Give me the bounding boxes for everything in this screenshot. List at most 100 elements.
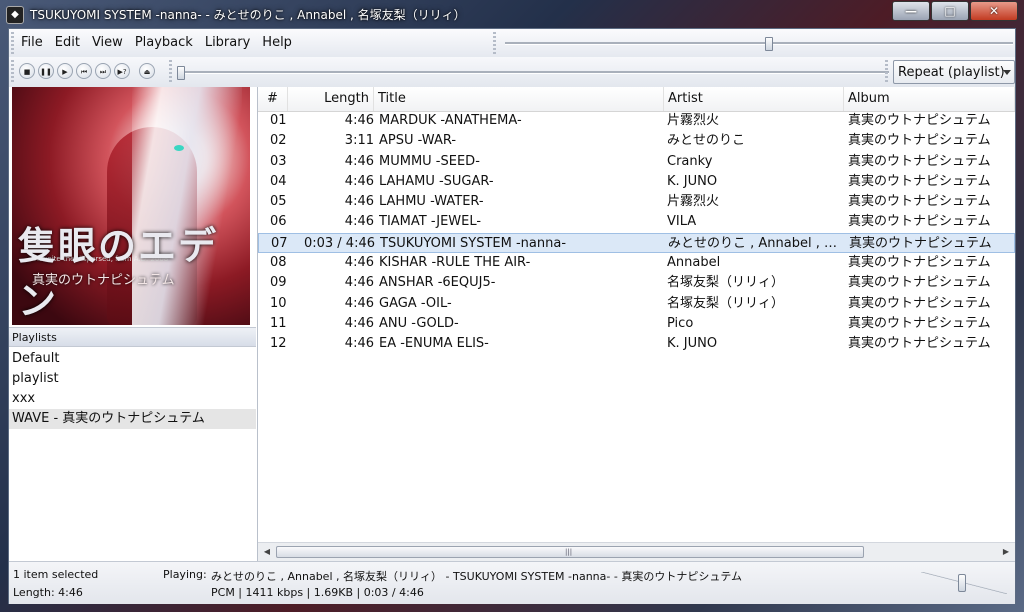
rebar-grip[interactable] bbox=[885, 60, 888, 82]
menu-view[interactable]: View bbox=[86, 29, 129, 57]
table-row[interactable]: 09 4:46 ANSHAR -6EQUJ5- 名塚友梨（リリィ） 真実のウトナピシュテ… bbox=[258, 273, 1015, 293]
playlist-item[interactable]: Default bbox=[9, 349, 256, 369]
table-row[interactable]: 02 3:11 APSU -WAR- みとせのりこ 真実のウトナピシュテム bbox=[258, 131, 1015, 151]
playlist-item[interactable]: xxx bbox=[9, 389, 256, 409]
scroll-right-icon[interactable]: ▶ bbox=[999, 545, 1013, 559]
stop-button[interactable]: ■ bbox=[19, 63, 35, 79]
eject-button[interactable]: ⏏ bbox=[139, 63, 155, 79]
seek-slider[interactable] bbox=[505, 37, 1013, 51]
volume-slider[interactable] bbox=[177, 66, 889, 80]
track-title: LAHMU -WATER- bbox=[379, 194, 484, 210]
maximize-button[interactable]: □ bbox=[931, 1, 969, 21]
status-volume-thumb[interactable] bbox=[958, 574, 966, 592]
track-list-header: # Length Title Artist Album bbox=[258, 87, 1015, 112]
menu-file[interactable]: File bbox=[15, 29, 49, 57]
horizontal-scrollbar[interactable]: ◀ ||| ▶ bbox=[258, 542, 1015, 561]
album-art[interactable]: Reunite the dispersed, from A.D. 2008 隻眼… bbox=[12, 87, 250, 325]
track-album: 真実のウトナピシュテム bbox=[848, 113, 991, 128]
rebar-grip[interactable] bbox=[11, 60, 14, 82]
status-format: PCM | 1411 kbps | 1.69KB | 0:03 / 4:46 bbox=[211, 586, 424, 599]
title-bar[interactable]: ◆ TSUKUYOMI SYSTEM -nanna- - みとせのりこ , An… bbox=[0, 0, 1024, 28]
seek-thumb[interactable] bbox=[765, 37, 773, 51]
table-row[interactable]: 03 4:46 MUMMU -SEED- Cranky 真実のウトナピシュテム bbox=[258, 152, 1015, 172]
track-album: 真実のウトナピシュテム bbox=[848, 255, 991, 271]
window-title: TSUKUYOMI SYSTEM -nanna- - みとせのりこ , Anna… bbox=[30, 8, 466, 22]
table-row[interactable]: 06 4:46 TIAMAT -JEWEL- VILA 真実のウトナピシュテム bbox=[258, 212, 1015, 232]
stop-icon: ■ bbox=[23, 68, 31, 76]
track-length: 4:46 bbox=[344, 315, 374, 331]
table-row-playing[interactable]: 07 0:03 / 4:46 TSUKUYOMI SYSTEM -nanna- みとせ… bbox=[258, 232, 1015, 254]
playback-order-value: Repeat (playlist) bbox=[898, 65, 1005, 80]
scroll-thumb[interactable]: ||| bbox=[276, 546, 864, 558]
previous-button[interactable]: ⏮ bbox=[76, 63, 92, 79]
play-button[interactable]: ▶ bbox=[57, 63, 73, 79]
track-artist: 名塚友梨（リリィ） bbox=[667, 275, 785, 291]
track-artist: Annabel bbox=[667, 255, 721, 271]
client-area: File Edit View Playback Library Help ■ ❚❚… bbox=[8, 28, 1016, 604]
playlist-item[interactable]: playlist bbox=[9, 369, 256, 389]
track-artist: K. JUNO bbox=[667, 173, 718, 189]
track-title: EA -ENUMA ELIS- bbox=[379, 336, 489, 352]
rebar-grip[interactable] bbox=[169, 60, 172, 82]
minimize-button[interactable]: — bbox=[892, 1, 930, 21]
column-header-title[interactable]: Title bbox=[374, 87, 664, 111]
left-pane: Reunite the dispersed, from A.D. 2008 隻眼… bbox=[9, 87, 258, 561]
scroll-left-icon[interactable]: ◀ bbox=[260, 545, 274, 559]
table-row[interactable]: 01 4:46 MARDUK -ANATHEMA- 片霧烈火 真実のウトナピシュテム bbox=[258, 111, 1015, 131]
track-length: 4:46 bbox=[344, 336, 374, 352]
track-title: MARDUK -ANATHEMA- bbox=[379, 113, 522, 128]
column-header-album[interactable]: Album bbox=[844, 87, 1015, 111]
table-row[interactable]: 11 4:46 ANU -GOLD- Pico 真実のウトナピシュテム bbox=[258, 314, 1015, 334]
playlists-header: Playlists bbox=[9, 327, 256, 347]
menu-playback[interactable]: Playback bbox=[129, 29, 199, 57]
close-button[interactable]: ✕ bbox=[970, 1, 1018, 21]
play-icon: ▶ bbox=[62, 68, 68, 76]
status-volume-slider[interactable] bbox=[921, 572, 1007, 594]
volume-track[interactable] bbox=[177, 71, 889, 74]
column-header-length[interactable]: Length bbox=[288, 87, 374, 111]
rebar-grip[interactable] bbox=[493, 32, 496, 54]
track-length: 4:46 bbox=[344, 153, 374, 169]
menu-library[interactable]: Library bbox=[199, 29, 256, 57]
table-row[interactable]: 04 4:46 LAHAMU -SUGAR- K. JUNO 真実のウトナピシュテム bbox=[258, 172, 1015, 192]
next-button[interactable]: ⏭ bbox=[95, 63, 111, 79]
track-album: 真実のウトナピシュテム bbox=[848, 295, 991, 311]
table-row[interactable]: 08 4:46 KISHAR -RULE THE AIR- Annabel 真実のウトナ… bbox=[258, 253, 1015, 273]
column-header-artist[interactable]: Artist bbox=[664, 87, 844, 111]
track-title: LAHAMU -SUGAR- bbox=[379, 173, 494, 189]
playlist-item[interactable]: WAVE - 真実のウトナピシュテム bbox=[9, 409, 256, 429]
menu-edit[interactable]: Edit bbox=[49, 29, 86, 57]
caption-buttons: — □ ✕ bbox=[891, 1, 1018, 21]
rebar-grip[interactable] bbox=[11, 32, 14, 54]
pause-button[interactable]: ❚❚ bbox=[38, 63, 54, 79]
track-length: 4:46 bbox=[344, 255, 374, 271]
previous-icon: ⏮ bbox=[80, 68, 88, 76]
menu-help[interactable]: Help bbox=[256, 29, 298, 57]
status-playing-text: みとせのりこ , Annabel , 名塚友梨（リリィ） - TSUKUYOMI… bbox=[211, 570, 742, 583]
track-length: 3:11 bbox=[344, 133, 374, 149]
column-header-num[interactable]: # bbox=[258, 87, 288, 111]
playback-order-select[interactable]: Repeat (playlist) bbox=[893, 60, 1015, 84]
playback-buttons: ■ ❚❚ ▶ ⏮ ⏭ ▶? ⏏ bbox=[19, 63, 158, 79]
random-button[interactable]: ▶? bbox=[114, 63, 130, 79]
track-album: 真実のウトナピシュテム bbox=[848, 214, 991, 230]
menu-row: File Edit View Playback Library Help bbox=[9, 29, 1015, 58]
table-row[interactable]: 12 4:46 EA -ENUMA ELIS- K. JUNO 真実のウトナピシュテム bbox=[258, 334, 1015, 354]
album-art-subtitle: 真実のウトナピシュテム bbox=[32, 273, 175, 288]
track-artist: Pico bbox=[667, 315, 694, 331]
seek-track[interactable] bbox=[505, 42, 1013, 45]
status-bar: 1 item selected Length: 4:46 Playing: みと… bbox=[9, 561, 1015, 604]
track-artist: 片霧烈火 bbox=[667, 194, 720, 210]
table-row[interactable]: 05 4:46 LAHMU -WATER- 片霧烈火 真実のウトナピシュテム bbox=[258, 192, 1015, 212]
app-icon[interactable]: ◆ bbox=[6, 6, 24, 24]
track-album: 真実のウトナピシュテム bbox=[848, 153, 991, 169]
close-icon: ✕ bbox=[988, 4, 1000, 18]
volume-thumb[interactable] bbox=[177, 66, 185, 80]
track-title: KISHAR -RULE THE AIR- bbox=[379, 255, 531, 271]
random-icon: ▶? bbox=[117, 68, 127, 76]
minimize-icon: — bbox=[905, 4, 917, 18]
table-row[interactable]: 10 4:46 GAGA -OIL- 名塚友梨（リリィ） 真実のウトナピシュテム bbox=[258, 294, 1015, 314]
next-icon: ⏭ bbox=[99, 68, 107, 76]
track-length: 4:46 bbox=[344, 214, 374, 230]
track-title: APSU -WAR- bbox=[379, 133, 457, 149]
